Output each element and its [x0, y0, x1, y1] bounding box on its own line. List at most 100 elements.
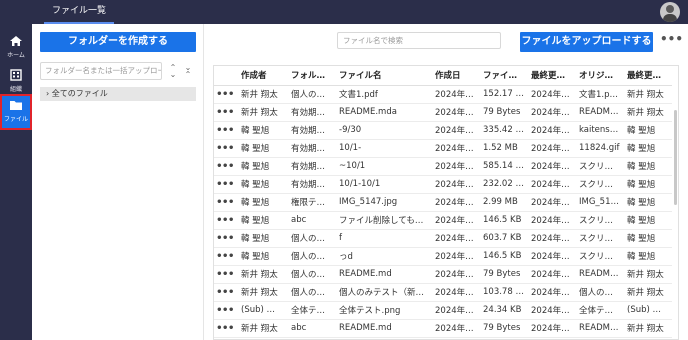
nav-item-files[interactable]: ファイル [0, 94, 32, 130]
row-menu-button[interactable]: ••• [214, 265, 236, 284]
file-main-area: ファイル名で検索 ファイルをアップロードする ••• 作成者 フォル… ファイル名作… [205, 24, 688, 340]
upload-file-button[interactable]: ファイルをアップロードする [520, 32, 653, 52]
cell-last-updated: 2024年… [526, 121, 574, 140]
table-row[interactable]: ••• 韓 聖旭 有効期… -9/30 2024年… 335.42 … 2024年… kait… [214, 121, 672, 140]
cell-last-updated-by: 韓 聖旭 [622, 157, 672, 176]
cell-folder: 全体テ… [286, 301, 334, 320]
column-header-file-name[interactable]: ファイル名 [334, 66, 430, 86]
table-row[interactable]: ••• 韓 聖旭 権限テ… IMG_5147.jpg 2024年… 2.99 MB 2024… [214, 193, 672, 212]
row-menu-button[interactable]: ••• [214, 319, 236, 338]
column-header-file-size[interactable]: ファイ… [478, 66, 526, 86]
cell-creator: 韓 聖旭 [236, 121, 286, 140]
cell-creator: 韓 聖旭 [236, 157, 286, 176]
cell-last-updated-by: 韓 聖旭 [622, 175, 672, 194]
cell-original-name: IMG_51… [574, 193, 622, 212]
cell-file-name[interactable]: 10/1- [334, 139, 430, 158]
cell-file-size: 335.42 … [478, 121, 526, 140]
cell-file-name[interactable]: 全体テスト.png [334, 301, 430, 320]
cell-file-name[interactable]: ファイル削除しても… [334, 211, 430, 230]
table-row[interactable]: ••• 韓 聖旭 abc ファイル削除しても… 2024年… 146.5 KB 2024年…… [214, 211, 672, 230]
column-header-created-date[interactable]: 作成日 [430, 66, 478, 86]
nav-item-organization[interactable]: 組織 [0, 66, 32, 100]
row-menu-button[interactable]: ••• [214, 283, 236, 302]
cell-file-name[interactable]: README.md [334, 265, 430, 284]
row-menu-button[interactable]: ••• [214, 247, 236, 266]
cell-file-name[interactable]: README.mda [334, 103, 430, 122]
tree-item-label: 全てのファイル [51, 89, 108, 98]
row-menu-button[interactable]: ••• [214, 157, 236, 176]
tab-file-list[interactable]: ファイル一覧 [44, 0, 115, 24]
table-row[interactable]: ••• 新井 翔太 abc README.md 2024年… 79 Bytes 2024年…… [214, 319, 672, 338]
cell-file-size: 585.14 … [478, 157, 526, 176]
cell-file-size: 146.5 KB [478, 211, 526, 230]
table-row[interactable]: ••• 韓 聖旭 個人の… っd 2024年… 146.5 KB 2024年… スクリ… 韓 聖… [214, 247, 672, 266]
column-header-original-name[interactable]: オリジ… [574, 66, 622, 86]
table-row[interactable]: ••• 韓 聖旭 有効期… 10/1- 2024年… 1.52 MB 2024年… 11824… [214, 139, 672, 158]
cell-last-updated-by: 韓 聖旭 [622, 121, 672, 140]
cell-file-name[interactable]: -9/30 [334, 121, 430, 140]
nav-label-home: ホーム [7, 52, 25, 59]
row-menu-button[interactable]: ••• [214, 85, 236, 104]
cell-file-size: 79 Bytes [478, 265, 526, 284]
cell-folder: 個人の… [286, 265, 334, 284]
row-menu-button[interactable]: ••• [214, 193, 236, 212]
column-header-last-updated[interactable]: 最終更… [526, 66, 574, 86]
column-header-folder[interactable]: フォル… [286, 66, 334, 86]
cell-file-name[interactable]: README.md [334, 319, 430, 338]
cell-file-name[interactable]: 文書1.pdf [334, 85, 430, 104]
folder-search-input[interactable]: フォルダー名または一括アップロー [40, 62, 162, 80]
vertical-scrollbar[interactable] [674, 110, 677, 205]
table-row[interactable]: ••• 新井 翔太 個人の… 文書1.pdf 2024年… 152.17 … 2024年… 文… [214, 85, 672, 104]
cell-folder: 権限テ… [286, 193, 334, 212]
cell-created-date: 2024年… [430, 103, 478, 122]
table-row[interactable]: ••• (Sub) … 全体テ… 全体テスト.png 2024年… 24.34 KB 202… [214, 301, 672, 320]
row-menu-button[interactable]: ••• [214, 301, 236, 320]
cell-last-updated: 2024年… [526, 229, 574, 248]
cell-created-date: 2024年… [430, 139, 478, 158]
cell-file-name[interactable]: f [334, 229, 430, 248]
table-row[interactable]: ••• 新井 翔太 個人の… README.md 2024年… 79 Bytes 2024年… [214, 265, 672, 284]
cell-creator: 韓 聖旭 [236, 175, 286, 194]
collapse-all-icon[interactable]: ⌄ ⌃ [183, 64, 193, 79]
table-row[interactable]: ••• 新井 翔太 有効期… README.mda 2024年… 79 Bytes 2024… [214, 103, 672, 122]
row-menu-button[interactable]: ••• [214, 139, 236, 158]
create-folder-button[interactable]: フォルダーを作成する [40, 32, 196, 52]
column-header-creator[interactable]: 作成者 [236, 66, 286, 86]
chevron-right-icon: › [46, 89, 50, 98]
column-header-last-updated-by[interactable]: 最終更… [622, 66, 672, 86]
cell-file-name[interactable]: 個人のみテスト（新… [334, 283, 430, 302]
table-row[interactable]: ••• 韓 聖旭 有効期… 10/1-10/1 2024年… 232.02 … 2024年…… [214, 175, 672, 194]
cell-creator: 韓 聖旭 [236, 139, 286, 158]
row-menu-button[interactable]: ••• [214, 103, 236, 122]
cell-file-name[interactable]: ~10/1 [334, 157, 430, 176]
cell-creator: 新井 翔太 [236, 85, 286, 104]
cell-last-updated-by: 新井 翔太 [622, 319, 672, 338]
table-row[interactable]: ••• 新井 翔太 個人の… 個人のみテスト（新… 2024年… 103.78 … 2024… [214, 283, 672, 302]
cell-file-name[interactable]: 10/1-10/1 [334, 175, 430, 194]
table-row[interactable]: ••• 韓 聖旭 個人の… f 2024年… 603.7 KB 2024年… スクリ… 韓 聖旭 [214, 229, 672, 248]
cell-file-name[interactable]: IMG_5147.jpg [334, 193, 430, 212]
table-row[interactable]: ••• 韓 聖旭 有効期… ~10/1 2024年… 585.14 … 2024年… スクリ…… [214, 157, 672, 176]
cell-creator: 新井 翔太 [236, 283, 286, 302]
cell-file-size: 603.7 KB [478, 229, 526, 248]
row-menu-button[interactable]: ••• [214, 211, 236, 230]
row-menu-button[interactable]: ••• [214, 121, 236, 140]
cell-original-name: スクリ… [574, 175, 622, 194]
cell-creator: 新井 翔太 [236, 265, 286, 284]
tree-item-all-files[interactable]: › 全てのファイル [40, 87, 196, 101]
row-menu-button[interactable]: ••• [214, 229, 236, 248]
nav-label-organization: 組織 [9, 86, 22, 93]
organization-icon [10, 69, 22, 81]
cell-created-date: 2024年… [430, 229, 478, 248]
cell-last-updated: 2024年… [526, 139, 574, 158]
row-menu-button[interactable]: ••• [214, 175, 236, 194]
sort-toggle-icon[interactable]: ⌃ ⌄ [168, 64, 178, 79]
more-options-button[interactable]: ••• [660, 33, 683, 45]
nav-item-home[interactable]: ホーム [0, 32, 32, 66]
avatar[interactable] [660, 2, 680, 22]
file-search-input[interactable]: ファイル名で検索 [337, 32, 501, 49]
cell-original-name: スクリ… [574, 247, 622, 266]
cell-file-name[interactable]: っd [334, 247, 430, 266]
cell-file-size: 103.78 … [478, 283, 526, 302]
cell-original-name: スクリ… [574, 229, 622, 248]
